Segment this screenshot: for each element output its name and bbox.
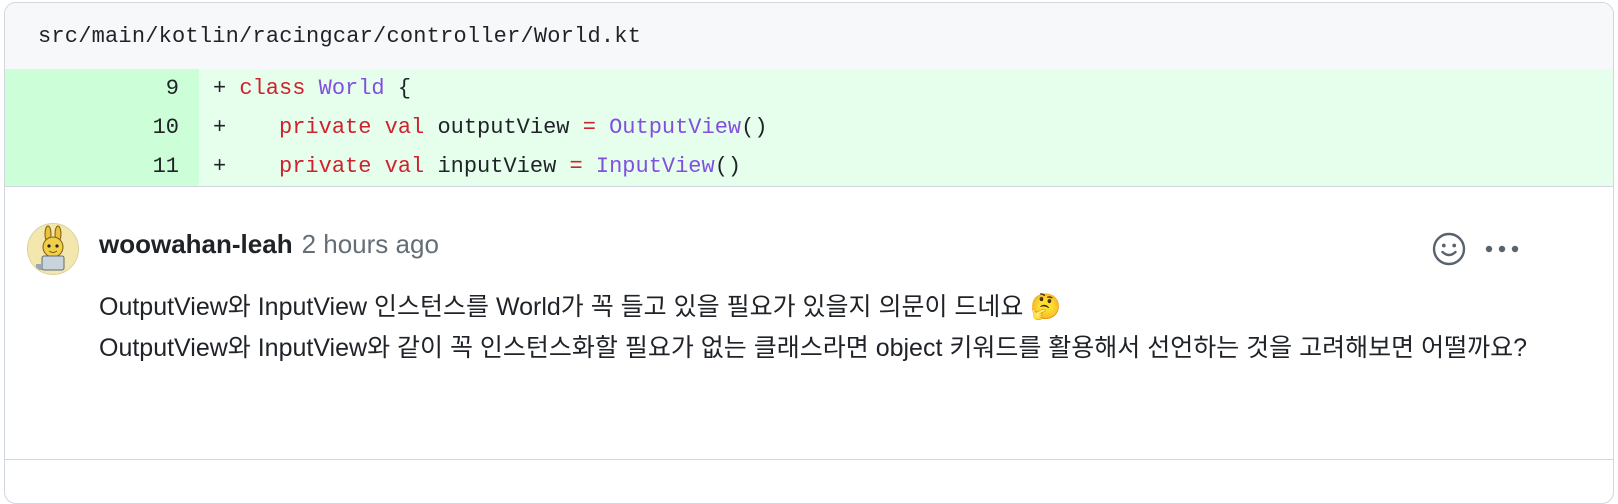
class-name: World — [318, 76, 385, 101]
call-parens: () — [741, 115, 768, 140]
diff-snippet: 9 + class World { 10 + private val outpu… — [5, 69, 1613, 186]
review-comment-panel: src/main/kotlin/racingcar/controller/Wor… — [4, 2, 1614, 504]
keyword: private — [279, 115, 372, 140]
code-line: + private val inputView = InputView() — [199, 147, 1613, 186]
timestamp[interactable]: 2 hours ago — [302, 229, 439, 260]
line-number[interactable]: 10 — [5, 108, 199, 147]
operator: = — [582, 115, 596, 140]
code-rest: { — [384, 76, 412, 101]
type-name: OutputView — [609, 115, 742, 140]
type-name: InputView — [595, 154, 715, 179]
operator: = — [569, 154, 583, 179]
diff-line: 11 + private val inputView = InputView() — [5, 147, 1613, 186]
comment-line: OutputView와 InputView 인스턴스를 World가 꼭 들고 … — [99, 293, 1062, 321]
call-parens: () — [714, 154, 742, 179]
keyword: val — [384, 115, 425, 140]
smiley-icon[interactable] — [1431, 231, 1467, 267]
identifier: outputView — [437, 115, 570, 140]
avatar[interactable] — [27, 223, 79, 275]
comment: woowahan-leah 2 hours ago OutputView와 In… — [5, 186, 1613, 487]
diff-marker: + — [213, 154, 227, 179]
diff-marker: + — [213, 115, 227, 140]
kebab-horizontal-icon[interactable] — [1483, 237, 1523, 261]
file-path[interactable]: src/main/kotlin/racingcar/controller/Wor… — [38, 24, 641, 49]
diff-line: 10 + private val outputView = OutputView… — [5, 108, 1613, 147]
keyword: private — [279, 154, 372, 179]
avatar-illustration — [28, 224, 78, 274]
identifier: inputView — [437, 154, 557, 179]
keyword: class — [239, 76, 306, 101]
divider — [5, 459, 1613, 460]
comment-header: woowahan-leah 2 hours ago — [99, 229, 439, 260]
line-number[interactable]: 11 — [5, 147, 199, 186]
code-line: + class World { — [199, 69, 1613, 108]
code-line: + private val outputView = OutputView() — [199, 108, 1613, 147]
diff-line: 9 + class World { — [5, 69, 1613, 108]
comment-line: OutputView와 InputView와 같이 꼭 인스턴스화할 필요가 없… — [99, 334, 1527, 362]
author-name[interactable]: woowahan-leah — [99, 229, 293, 260]
diff-marker: + — [213, 76, 227, 101]
line-number[interactable]: 9 — [5, 69, 199, 108]
keyword: val — [384, 154, 425, 179]
comment-body: OutputView와 InputView 인스턴스를 World가 꼭 들고 … — [99, 287, 1529, 369]
file-header: src/main/kotlin/racingcar/controller/Wor… — [5, 3, 1613, 69]
